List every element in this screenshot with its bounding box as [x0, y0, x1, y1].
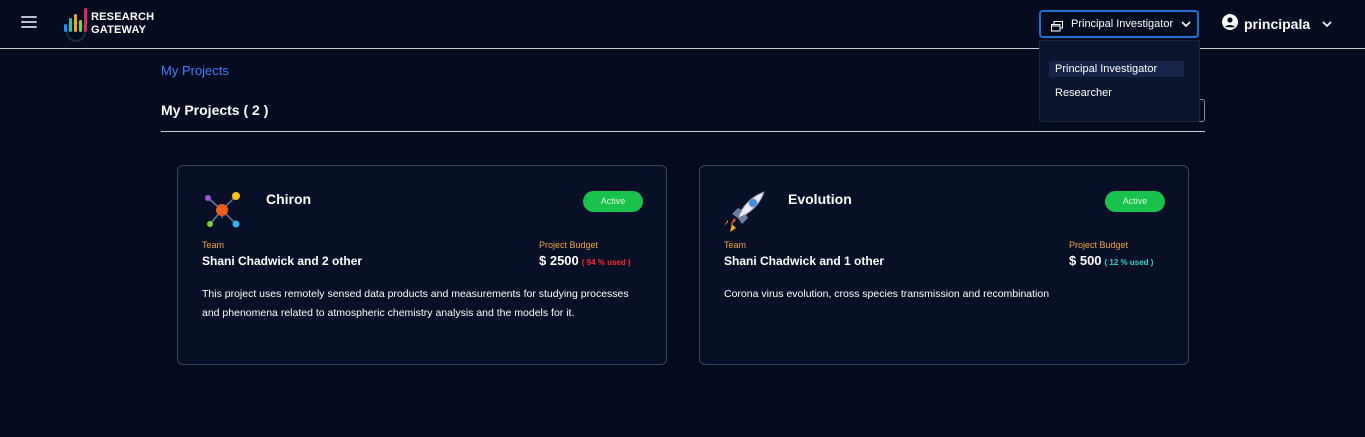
status-badge: Active — [1105, 191, 1165, 212]
budget-label: Project Budget — [1069, 240, 1129, 250]
logo-text: RESEARCH GATEWAY — [91, 11, 154, 37]
user-avatar-icon — [1222, 13, 1238, 35]
molecule-icon — [200, 188, 246, 234]
research-gateway-logo[interactable]: RESEARCH GATEWAY — [62, 6, 162, 44]
rocket-icon — [722, 188, 768, 234]
logo-line-1: RESEARCH — [91, 11, 155, 23]
budget-amount: $ 500 — [1069, 253, 1102, 268]
logo-line-2: GATEWAY — [91, 24, 147, 36]
role-dropdown-menu: Principal Investigator Researcher — [1039, 40, 1200, 122]
role-select[interactable]: Principal Investigator — [1039, 10, 1199, 38]
budget-value: $ 500( 12 % used ) — [1069, 253, 1153, 268]
role-select-value: Principal Investigator — [1071, 18, 1174, 30]
project-card-chiron[interactable]: Chiron Active Team Shani Chadwick and 2 … — [177, 165, 667, 365]
team-value: Shani Chadwick and 1 other — [724, 254, 885, 268]
windows-icon — [1051, 19, 1063, 31]
team-label: Team — [202, 240, 225, 250]
team-label: Team — [724, 240, 747, 250]
role-option-researcher[interactable]: Researcher — [1049, 85, 1184, 101]
chevron-down-icon — [1322, 15, 1332, 33]
breadcrumb-my-projects[interactable]: My Projects — [161, 63, 229, 78]
project-title: Chiron — [266, 191, 312, 207]
divider — [161, 131, 1205, 132]
team-value: Shani Chadwick and 2 other — [202, 254, 363, 268]
budget-used: ( 12 % used ) — [1104, 258, 1154, 267]
project-description: Corona virus evolution, cross species tr… — [724, 288, 1050, 300]
project-description: This project uses remotely sensed data p… — [202, 288, 629, 319]
user-name: principala — [1244, 16, 1311, 32]
logo-bars-icon — [64, 8, 87, 42]
chevron-down-icon — [1181, 15, 1191, 33]
user-menu[interactable]: principala — [1222, 13, 1332, 35]
budget-used: ( 94 % used ) — [581, 258, 631, 267]
budget-amount: $ 2500 — [539, 253, 579, 268]
page-title: My Projects ( 2 ) — [161, 102, 269, 118]
budget-label: Project Budget — [539, 240, 599, 250]
role-option-principal-investigator[interactable]: Principal Investigator — [1049, 61, 1184, 77]
menu-icon[interactable] — [21, 16, 37, 30]
project-title: Evolution — [788, 191, 852, 207]
status-badge: Active — [583, 191, 643, 212]
budget-value: $ 2500( 94 % used ) — [539, 253, 631, 268]
project-card-evolution[interactable]: Evolution Active Team Shani Chadwick and… — [699, 165, 1189, 365]
